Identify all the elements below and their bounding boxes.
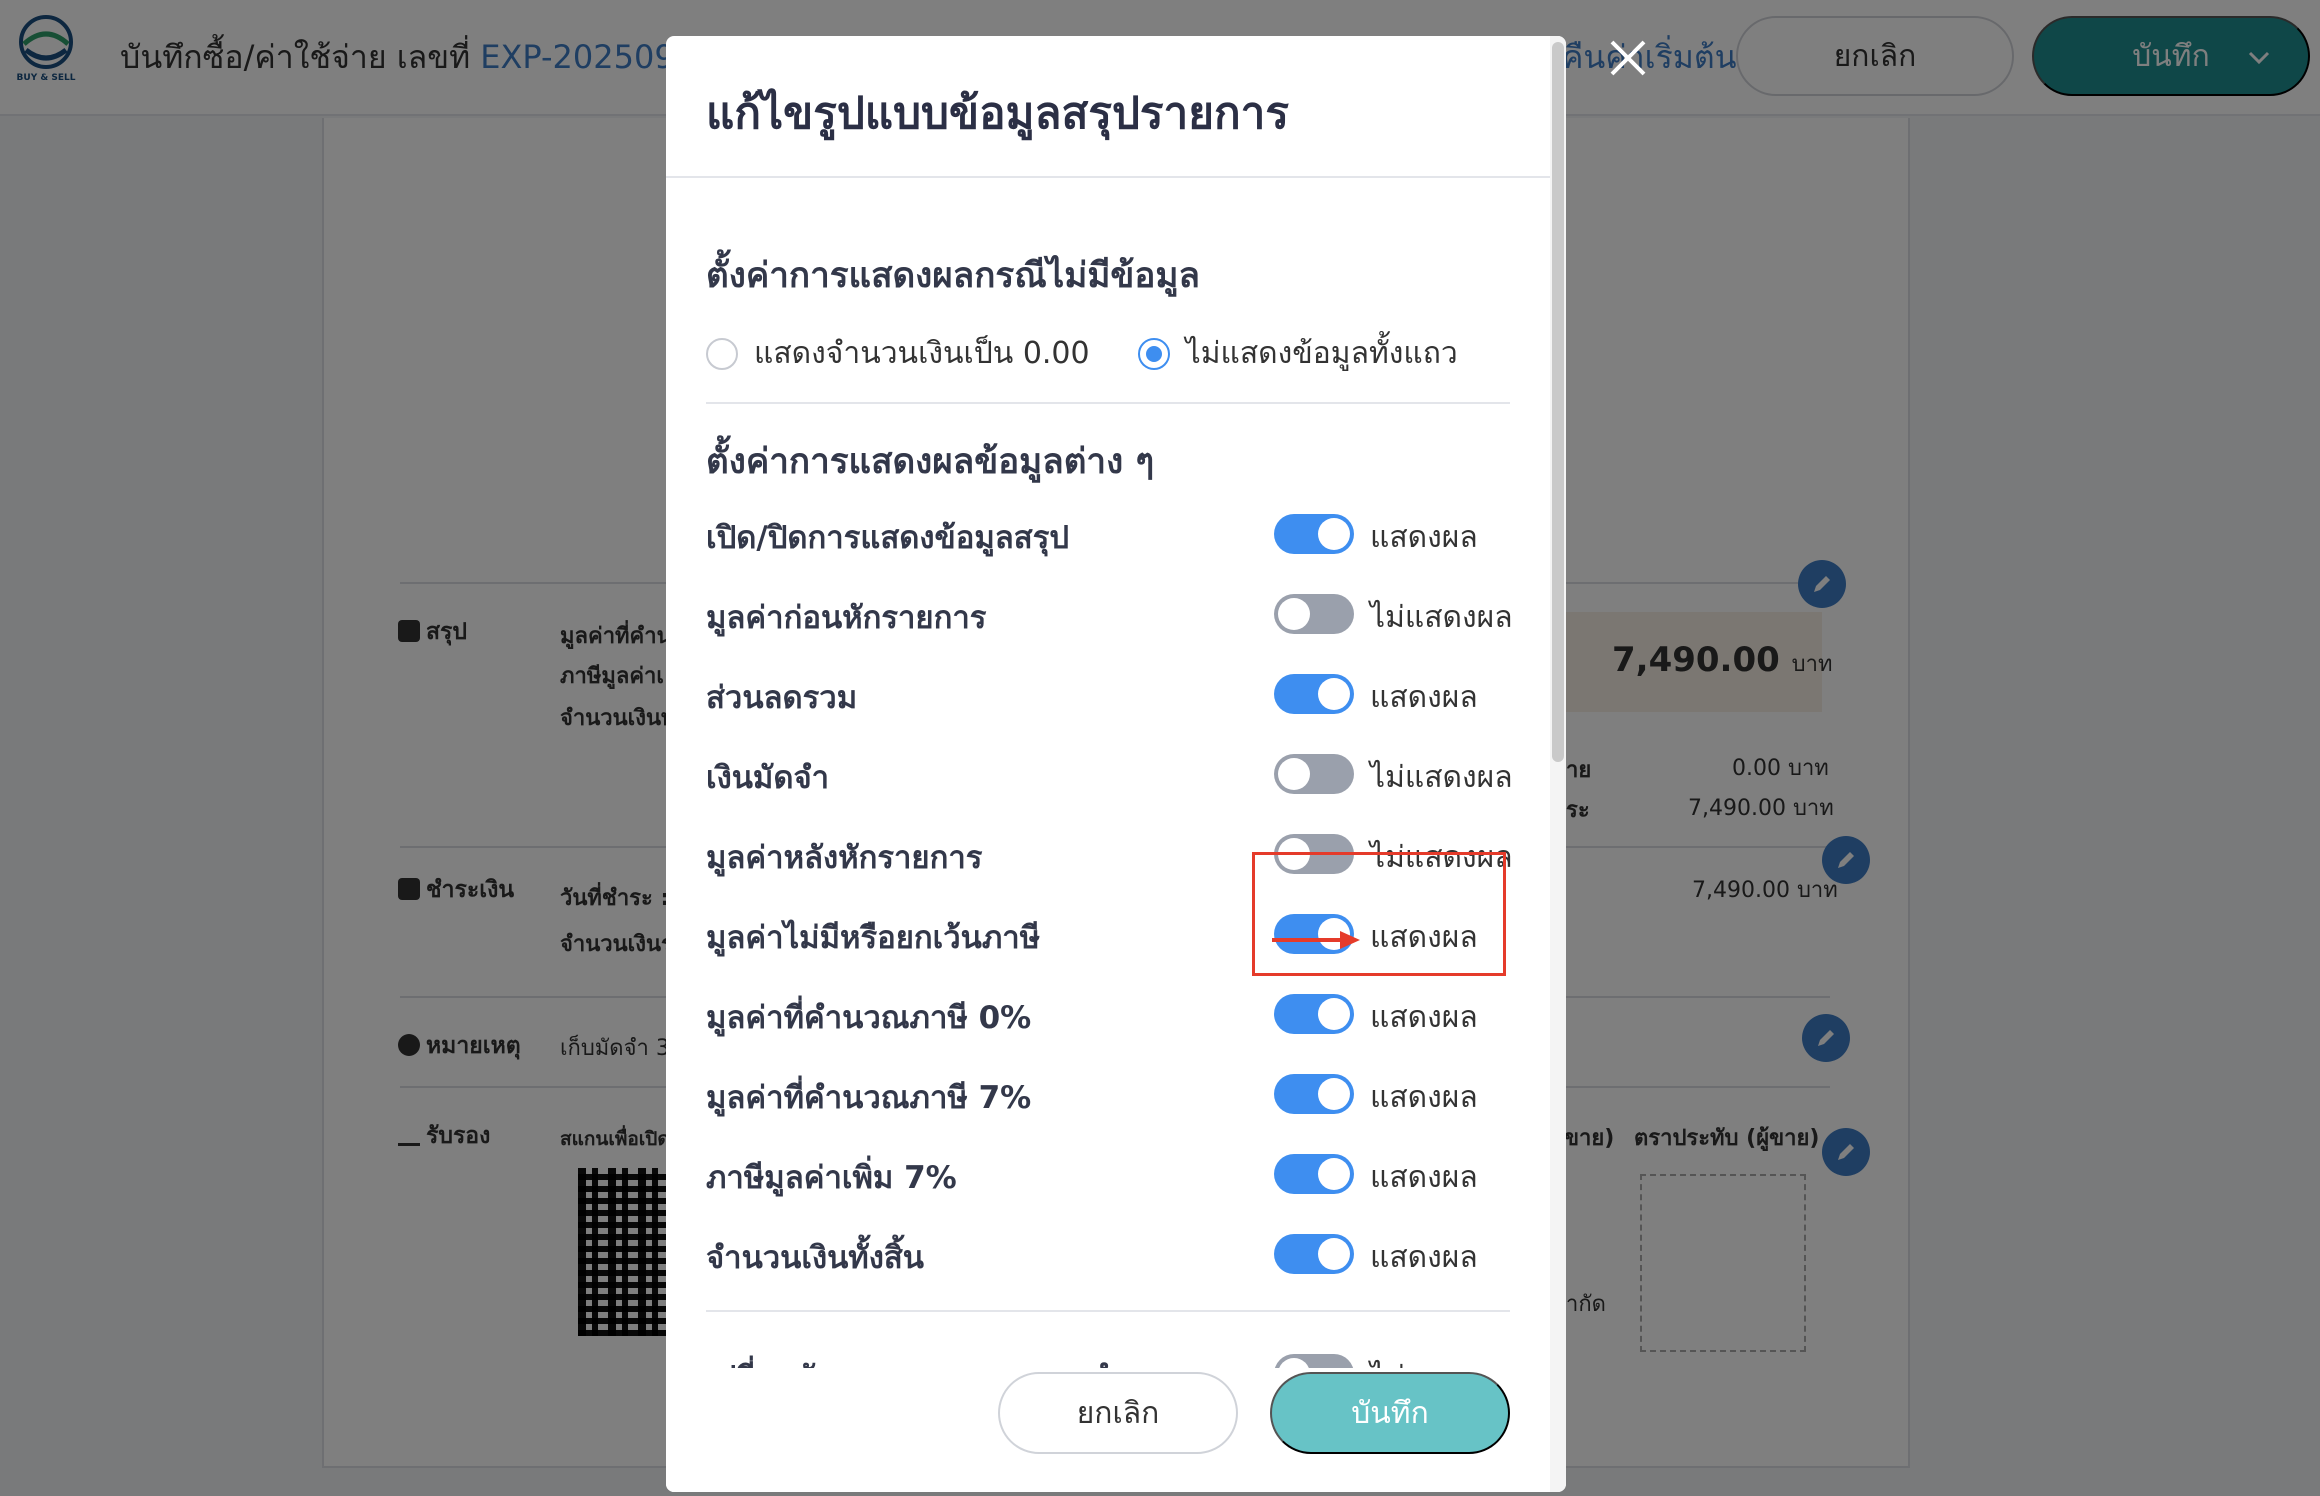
display-section-title: ตั้งค่าการแสดงผลข้อมูลต่าง ๆ <box>706 442 1155 482</box>
toggle-total-discount[interactable] <box>1274 674 1354 714</box>
setting-row-summary: เปิด/ปิดการแสดงข้อมูลสรุป แสดงผล <box>706 504 1506 564</box>
setting-row-total-discount: ส่วนลดรวม แสดงผล <box>706 664 1506 724</box>
setting-label: มูลค่าที่คำนวณภาษี 0% <box>706 1000 1032 1036</box>
toggle-state: แสดงผล <box>1370 1240 1478 1275</box>
setting-label: มูลค่าหลังหักรายการ <box>706 840 983 876</box>
toggle-state: แสดงผล <box>1370 520 1478 555</box>
toggle-summary[interactable] <box>1274 514 1354 554</box>
setting-row-before-deduct: มูลค่าก่อนหักรายการ ไม่แสดงผล <box>706 584 1513 644</box>
empty-data-radio-group: แสดงจำนวนเงินเป็น 0.00 ไม่แสดงข้อมูลทั้ง… <box>706 330 1458 377</box>
radio-hide-row-label[interactable]: ไม่แสดงข้อมูลทั้งแถว <box>1186 330 1458 377</box>
toggle-state: ไม่แสดงผล <box>1370 600 1513 635</box>
toggle-state: แสดงผล <box>1370 1160 1478 1195</box>
toggle-state: แสดงผล <box>1370 680 1478 715</box>
setting-row-deposit: เงินมัดจำ ไม่แสดงผล <box>706 744 1513 804</box>
toggle-custom-header[interactable] <box>1274 1354 1354 1368</box>
toggle-vat-zero[interactable] <box>1274 994 1354 1034</box>
modal-cancel-button[interactable]: ยกเลิก <box>998 1372 1238 1454</box>
setting-label: มูลค่าที่คำนวณภาษี 7% <box>706 1080 1032 1116</box>
toggle-grand-total[interactable] <box>1274 1234 1354 1274</box>
setting-label: เปลี่ยนหัวตารางแสดงผลแบบกำหนดเอง <box>706 1352 1232 1368</box>
setting-label: เปิด/ปิดการแสดงข้อมูลสรุป <box>706 520 1070 556</box>
setting-label: ภาษีมูลค่าเพิ่ม 7% <box>706 1160 957 1196</box>
highlight-box <box>1252 852 1506 976</box>
toggle-before-deduct[interactable] <box>1274 594 1354 634</box>
modal-body[interactable]: ตั้งค่าการแสดงผลกรณีไม่มีข้อมูล แสดงจำนว… <box>666 178 1550 1368</box>
setting-row-vat-seven-base: มูลค่าที่คำนวณภาษี 7% แสดงผล <box>706 1064 1506 1124</box>
toggle-vat-seven[interactable] <box>1274 1154 1354 1194</box>
setting-row-grand-total: จำนวนเงินทั้งสิ้น แสดงผล <box>706 1224 1506 1284</box>
toggle-state: แสดงผล <box>1370 1080 1478 1115</box>
setting-label: เงินมัดจำ <box>706 760 830 796</box>
section-divider <box>706 402 1510 404</box>
radio-hide-row[interactable] <box>1137 337 1170 370</box>
setting-label: จำนวนเงินทั้งสิ้น <box>706 1240 924 1276</box>
modal-title: แก้ไขรูปแบบข้อมูลสรุปรายการ <box>706 88 1289 139</box>
setting-row-vat-zero: มูลค่าที่คำนวณภาษี 0% แสดงผล <box>706 984 1506 1044</box>
setting-row-custom-header: เปลี่ยนหัวตารางแสดงผลแบบกำหนดเอง ไม่แสดง… <box>706 1344 1513 1368</box>
setting-row-vat-seven: ภาษีมูลค่าเพิ่ม 7% แสดงผล <box>706 1144 1506 1204</box>
setting-label: มูลค่าไม่มีหรือยกเว้นภาษี <box>706 920 1041 956</box>
section-divider <box>706 1310 1510 1312</box>
toggle-state: ไม่แสดงผล <box>1370 1354 1513 1368</box>
modal-save-button[interactable]: บันทึก <box>1270 1372 1510 1454</box>
empty-data-section-title: ตั้งค่าการแสดงผลกรณีไม่มีข้อมูล <box>706 256 1200 296</box>
radio-show-zero[interactable] <box>706 337 738 370</box>
radio-show-zero-label[interactable]: แสดงจำนวนเงินเป็น 0.00 <box>754 330 1090 377</box>
modal-scrollbar-thumb[interactable] <box>1552 42 1564 762</box>
summary-format-modal: แก้ไขรูปแบบข้อมูลสรุปรายการ ตั้งค่าการแส… <box>666 36 1566 1492</box>
toggle-state: ไม่แสดงผล <box>1370 760 1513 795</box>
toggle-vat-seven-base[interactable] <box>1274 1074 1354 1114</box>
setting-label: มูลค่าก่อนหักรายการ <box>706 600 987 636</box>
toggle-state: แสดงผล <box>1370 1000 1478 1035</box>
arrow-right-icon <box>1272 931 1360 949</box>
setting-label: ส่วนลดรวม <box>706 680 858 716</box>
close-icon[interactable] <box>1606 36 1650 80</box>
toggle-deposit[interactable] <box>1274 754 1354 794</box>
